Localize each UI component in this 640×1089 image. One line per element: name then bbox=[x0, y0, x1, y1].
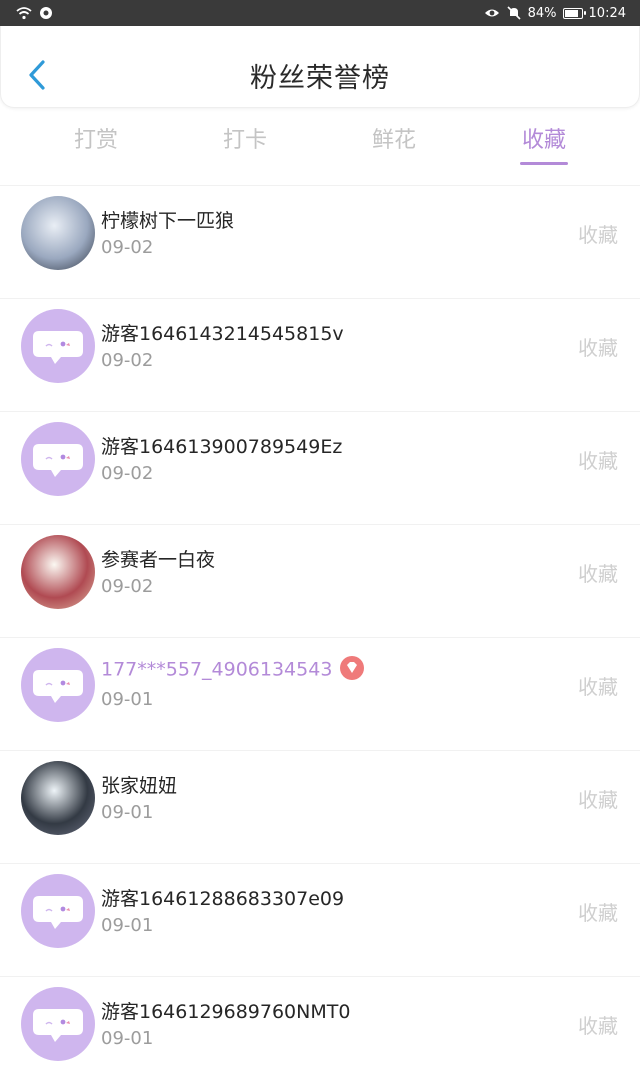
tab-flowers[interactable]: 鲜花 bbox=[344, 122, 444, 154]
user-name-text: 177***557_4906134543 bbox=[101, 658, 333, 681]
user-name-text: 游客164613900789549Ez bbox=[101, 436, 343, 458]
item-date: 09-01 bbox=[101, 689, 154, 710]
item-date: 09-02 bbox=[101, 237, 154, 258]
battery-percent: 84% bbox=[527, 5, 557, 21]
list-item[interactable]: 177***557_4906134543 09-01 收藏 bbox=[0, 637, 640, 750]
favorite-action-label: 收藏 bbox=[578, 562, 618, 586]
favorite-action-label: 收藏 bbox=[578, 901, 618, 925]
user-name: 游客164613900789549Ez bbox=[101, 432, 342, 459]
header: 粉丝荣誉榜 bbox=[0, 26, 640, 108]
tab-favorites[interactable]: 收藏 bbox=[494, 122, 594, 165]
user-name-text: 参赛者一白夜 bbox=[101, 549, 216, 571]
user-name-text: 张家妞妞 bbox=[101, 775, 178, 797]
app-notification-icon bbox=[40, 7, 52, 19]
guest-avatar[interactable] bbox=[21, 874, 95, 948]
user-avatar[interactable] bbox=[21, 196, 95, 270]
item-date: 09-02 bbox=[101, 463, 154, 484]
user-name: 参赛者一白夜 bbox=[101, 545, 215, 572]
status-bar: 84% 10:24 bbox=[0, 0, 640, 26]
clock: 10:24 bbox=[588, 5, 626, 21]
guest-avatar[interactable] bbox=[21, 987, 95, 1061]
tab-bar: 打赏 打卡 鲜花 收藏 bbox=[0, 108, 640, 168]
user-avatar[interactable] bbox=[21, 761, 95, 835]
user-name: 游客1646129689760NMT0 bbox=[101, 997, 350, 1024]
list-item[interactable]: 柠檬树下一匹狼 09-02 收藏 bbox=[0, 185, 640, 298]
list-item[interactable]: 游客16461288683307e09 09-01 收藏 bbox=[0, 863, 640, 976]
tab-reward[interactable]: 打赏 bbox=[46, 122, 146, 154]
item-date: 09-01 bbox=[101, 1028, 154, 1049]
guest-avatar[interactable] bbox=[21, 422, 95, 496]
favorite-action-label: 收藏 bbox=[578, 336, 618, 360]
guest-chat-avatar-icon bbox=[33, 1009, 83, 1042]
item-date: 09-02 bbox=[101, 576, 154, 597]
list-item[interactable]: 参赛者一白夜 09-02 收藏 bbox=[0, 524, 640, 637]
battery-icon bbox=[562, 7, 586, 19]
user-name: 游客1646143214545815v bbox=[101, 319, 344, 346]
guest-chat-avatar-icon bbox=[33, 670, 83, 703]
fan-list: 柠檬树下一匹狼 09-02 收藏 游客1646143214545815v 09-02 收藏… bbox=[0, 185, 640, 1089]
list-item[interactable]: 游客1646129689760NMT0 09-01 收藏 bbox=[0, 976, 640, 1089]
user-name-text: 柠檬树下一匹狼 bbox=[101, 210, 235, 232]
user-name: 游客16461288683307e09 bbox=[101, 884, 344, 911]
user-avatar[interactable] bbox=[21, 535, 95, 609]
mute-bell-icon bbox=[507, 6, 521, 20]
active-tab-indicator bbox=[520, 162, 568, 165]
item-date: 09-02 bbox=[101, 350, 154, 371]
guest-chat-avatar-icon bbox=[33, 896, 83, 929]
item-date: 09-01 bbox=[101, 802, 154, 823]
user-name: 柠檬树下一匹狼 bbox=[101, 206, 234, 233]
user-name-text: 游客1646143214545815v bbox=[101, 323, 344, 345]
favorite-action-label: 收藏 bbox=[578, 788, 618, 812]
user-name-text: 游客1646129689760NMT0 bbox=[101, 1001, 351, 1023]
favorite-action-label: 收藏 bbox=[578, 1014, 618, 1038]
favorite-action-label: 收藏 bbox=[578, 449, 618, 473]
list-item[interactable]: 游客164613900789549Ez 09-02 收藏 bbox=[0, 411, 640, 524]
wifi-icon bbox=[16, 7, 32, 20]
guest-chat-avatar-icon bbox=[33, 331, 83, 364]
user-name: 张家妞妞 bbox=[101, 771, 177, 798]
user-name-text: 游客16461288683307e09 bbox=[101, 888, 345, 910]
user-name: 177***557_4906134543 bbox=[101, 656, 365, 682]
diamond-badge-icon bbox=[340, 656, 365, 680]
guest-avatar[interactable] bbox=[21, 648, 95, 722]
list-item[interactable]: 张家妞妞 09-01 收藏 bbox=[0, 750, 640, 863]
favorite-action-label: 收藏 bbox=[578, 675, 618, 699]
page-title: 粉丝荣誉榜 bbox=[250, 63, 390, 94]
guest-chat-avatar-icon bbox=[33, 444, 83, 477]
list-item[interactable]: 游客1646143214545815v 09-02 收藏 bbox=[0, 298, 640, 411]
tab-checkin[interactable]: 打卡 bbox=[195, 122, 295, 154]
guest-avatar[interactable] bbox=[21, 309, 95, 383]
eye-icon bbox=[484, 9, 499, 17]
favorite-action-label: 收藏 bbox=[578, 223, 618, 247]
item-date: 09-01 bbox=[101, 915, 154, 936]
